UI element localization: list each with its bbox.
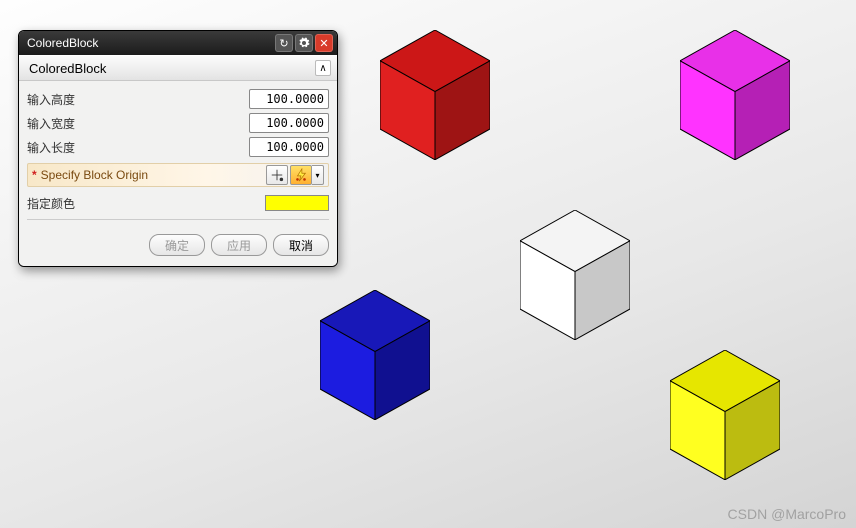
length-label: 输入长度 [27, 139, 249, 156]
section-title: ColoredBlock [29, 61, 106, 76]
collapse-icon[interactable]: ∧ [315, 60, 331, 76]
inferred-dropdown-icon[interactable]: ▾ [312, 165, 324, 185]
color-swatch[interactable] [265, 195, 329, 211]
length-row: 输入长度 [27, 135, 329, 159]
origin-row: * Specify Block Origin ▾ [27, 163, 329, 187]
inferred-point-button[interactable] [290, 165, 312, 185]
close-icon[interactable]: ✕ [315, 34, 333, 52]
point-constructor-button[interactable] [266, 165, 288, 185]
cube-red [380, 30, 490, 160]
cube-white [520, 210, 630, 340]
color-label: 指定颜色 [27, 195, 265, 212]
window-title: ColoredBlock [27, 36, 273, 50]
section-header[interactable]: ColoredBlock ∧ [19, 55, 337, 81]
button-row: 确定 应用 取消 [19, 228, 337, 266]
cube-yellow [670, 350, 780, 480]
refresh-icon[interactable]: ↻ [275, 34, 293, 52]
width-row: 输入宽度 [27, 111, 329, 135]
apply-button[interactable]: 应用 [211, 234, 267, 256]
cube-blue [320, 290, 430, 420]
height-input[interactable] [249, 89, 329, 109]
ok-button[interactable]: 确定 [149, 234, 205, 256]
separator [27, 219, 329, 220]
coloredblock-dialog: ColoredBlock ↻ ✕ ColoredBlock ∧ 输入高度 输入宽… [18, 30, 338, 267]
height-row: 输入高度 [27, 87, 329, 111]
gear-icon[interactable] [295, 34, 313, 52]
titlebar[interactable]: ColoredBlock ↻ ✕ [19, 31, 337, 55]
origin-label: Specify Block Origin [41, 168, 264, 182]
cancel-button[interactable]: 取消 [273, 234, 329, 256]
watermark: CSDN @MarcoPro [728, 506, 846, 522]
height-label: 输入高度 [27, 91, 249, 108]
required-star-icon: * [32, 168, 37, 182]
cube-magenta [680, 30, 790, 160]
color-row: 指定颜色 [27, 191, 329, 215]
width-label: 输入宽度 [27, 115, 249, 132]
length-input[interactable] [249, 137, 329, 157]
width-input[interactable] [249, 113, 329, 133]
